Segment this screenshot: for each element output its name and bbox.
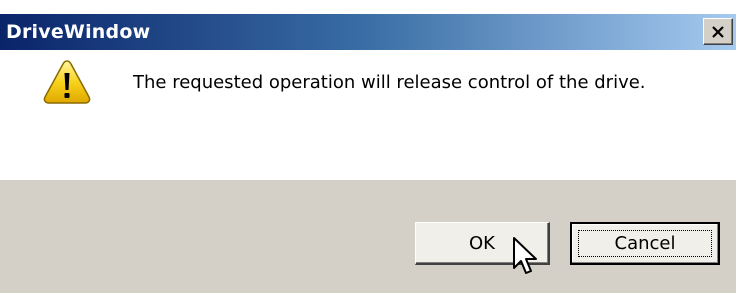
cancel-button[interactable]: Cancel [570,222,720,265]
dialog-content [0,50,736,180]
close-icon [711,25,725,38]
cancel-label: Cancel [614,233,676,254]
warning-icon [43,59,91,105]
ok-button[interactable]: OK [415,222,550,265]
close-button[interactable] [703,18,733,45]
message-text: The requested operation will release con… [133,72,646,93]
title-bar[interactable]: DriveWindow [0,14,736,50]
window-title: DriveWindow [6,21,151,43]
dialog-window: DriveWindow The requested operation will… [0,0,736,293]
